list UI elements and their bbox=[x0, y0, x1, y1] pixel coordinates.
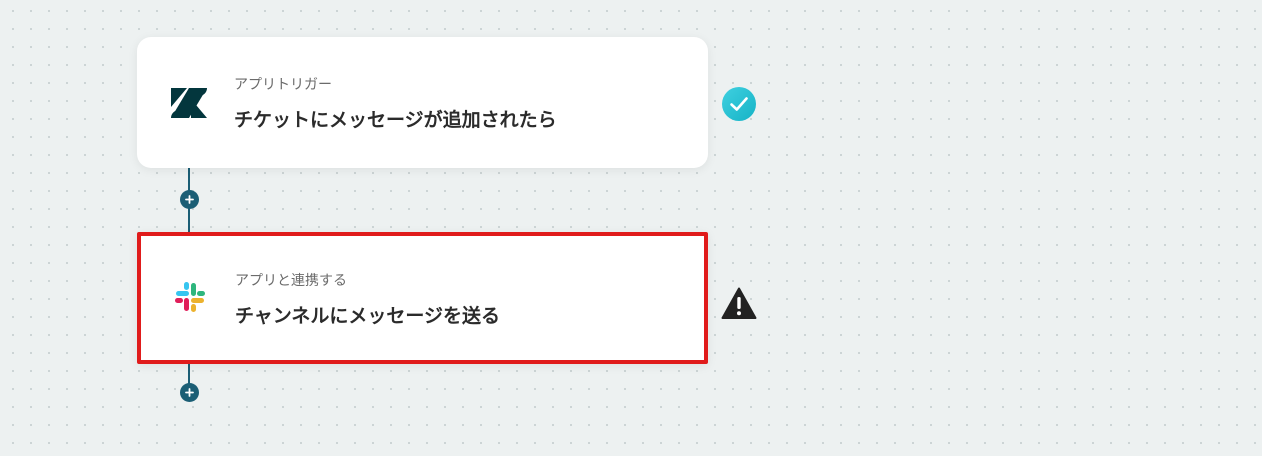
add-step-button[interactable] bbox=[180, 190, 199, 209]
check-circle-icon bbox=[722, 87, 756, 121]
action-step-card[interactable]: アプリと連携する チャンネルにメッセージを送る bbox=[137, 232, 708, 364]
warning-triangle-icon bbox=[721, 287, 757, 319]
add-step-button[interactable] bbox=[180, 383, 199, 402]
plus-icon bbox=[185, 195, 194, 204]
trigger-step-title: チケットにメッセージが追加されたら bbox=[234, 109, 557, 131]
trigger-step-label: アプリトリガー bbox=[234, 77, 332, 93]
slack-logo-icon bbox=[175, 282, 205, 312]
trigger-step-card[interactable]: アプリトリガー チケットにメッセージが追加されたら bbox=[137, 37, 708, 168]
plus-icon bbox=[185, 388, 194, 397]
action-step-title: チャンネルにメッセージを送る bbox=[235, 305, 501, 327]
zendesk-logo-icon bbox=[171, 88, 207, 118]
action-step-label: アプリと連携する bbox=[235, 273, 347, 289]
